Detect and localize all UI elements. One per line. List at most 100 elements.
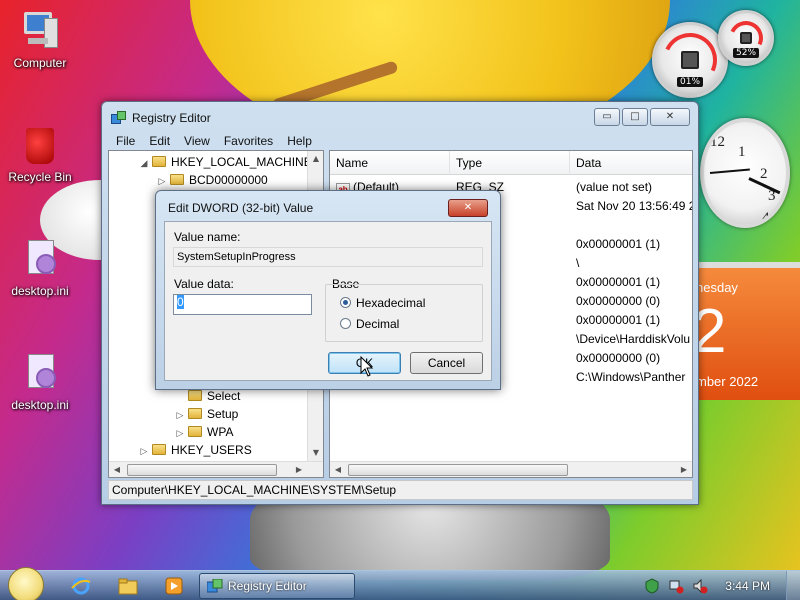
expand-icon[interactable]: ▷ — [175, 406, 185, 424]
menu-help[interactable]: Help — [287, 132, 312, 150]
cpu-meter-gadget[interactable]: 01% — [652, 22, 728, 98]
scroll-thumb[interactable] — [348, 464, 568, 476]
taskbar-clock[interactable]: 3:44 PM — [725, 571, 770, 600]
edit-dword-dialog[interactable]: Edit DWORD (32-bit) Value ✕ Value name: … — [155, 190, 501, 390]
dialog-close-button[interactable]: ✕ — [448, 199, 488, 217]
value-data-input[interactable]: 0 — [173, 294, 312, 315]
radio-unselected-icon[interactable] — [340, 318, 351, 329]
folder-icon — [170, 174, 184, 185]
file-explorer-icon[interactable] — [117, 576, 139, 596]
memory-gauge-value: 52% — [732, 48, 760, 58]
value-data-text: 0 — [177, 295, 184, 309]
desktop-icon-label: desktop.ini — [11, 284, 69, 298]
menu-bar: File Edit View Favorites Help — [108, 132, 692, 150]
calendar-day: nesday — [696, 280, 738, 295]
value-name-field: SystemSetupInProgress — [173, 247, 483, 267]
desktop-icon-desktop-ini-2[interactable]: desktop.ini — [0, 350, 80, 412]
menu-edit[interactable]: Edit — [149, 132, 170, 150]
taskbar: Registry Editor 3:44 PM — [0, 567, 800, 600]
memory-icon — [740, 32, 752, 44]
menu-file[interactable]: File — [116, 132, 135, 150]
column-header-name[interactable]: Name — [330, 151, 450, 175]
show-desktop-button[interactable] — [786, 571, 800, 600]
tree-item-bcd[interactable]: ▷ BCD00000000 — [157, 171, 268, 189]
dialog-body: Value name: SystemSetupInProgress Value … — [164, 221, 492, 381]
dialog-title: Edit DWORD (32-bit) Value — [168, 201, 314, 215]
calendar-date: 2 — [696, 296, 726, 367]
calendar-month: mber 2022 — [696, 374, 759, 389]
desktop-icon-computer[interactable]: Computer — [0, 8, 80, 70]
settings-file-icon — [18, 350, 62, 394]
tree-horizontal-scrollbar[interactable]: ◀ ▶ — [109, 461, 323, 477]
expand-icon[interactable]: ▷ — [157, 172, 167, 190]
computer-icon — [18, 8, 62, 52]
folder-icon — [188, 390, 202, 401]
mouse-cursor-icon — [360, 356, 374, 377]
network-icon[interactable] — [668, 578, 684, 594]
volume-muted-icon[interactable] — [692, 578, 708, 594]
cpu-gauge-value: 01% — [676, 77, 704, 87]
registry-editor-icon — [207, 579, 223, 593]
radio-selected-icon[interactable] — [340, 297, 351, 308]
media-player-icon[interactable] — [163, 576, 185, 596]
value-data-cell: Sat Nov 20 13:56:49 20 — [576, 199, 693, 213]
scroll-right-icon[interactable]: ▶ — [676, 462, 692, 477]
scroll-down-icon[interactable]: ▼ — [308, 445, 323, 461]
value-data-label: Value data: — [174, 277, 234, 291]
values-horizontal-scrollbar[interactable]: ◀ ▶ — [330, 461, 692, 477]
menu-view[interactable]: View — [184, 132, 210, 150]
column-header-data[interactable]: Data — [570, 151, 692, 175]
expand-icon[interactable]: ▷ — [139, 442, 149, 460]
action-center-icon[interactable] — [644, 578, 660, 594]
clock-number: 4 — [762, 210, 770, 226]
column-header-type[interactable]: Type — [450, 151, 570, 175]
radio-label: Hexadecimal — [356, 296, 426, 310]
window-title: Registry Editor — [132, 111, 211, 125]
expand-icon[interactable]: ▷ — [175, 424, 185, 442]
desktop-icon-recycle-bin[interactable]: Recycle Bin — [0, 122, 80, 184]
maximize-button[interactable]: □ — [622, 108, 648, 126]
values-list-header: Name Type Data — [330, 151, 692, 175]
desktop-icon-label: desktop.ini — [11, 398, 69, 412]
cpu-icon — [681, 51, 699, 69]
tree-item-label: BCD00000000 — [189, 173, 268, 187]
cancel-button[interactable]: Cancel — [410, 352, 483, 374]
collapse-icon[interactable]: ◢ — [139, 154, 149, 172]
settings-file-icon — [18, 236, 62, 280]
scroll-thumb[interactable] — [127, 464, 277, 476]
memory-meter-gadget[interactable]: 52% — [718, 10, 774, 66]
value-data-cell: 0x00000000 (0) — [576, 294, 661, 308]
radio-hexadecimal[interactable]: Hexadecimal — [340, 296, 425, 310]
value-data-cell: \Device\HarddiskVolu — [576, 332, 691, 346]
clock-number: 2 — [760, 166, 768, 182]
tree-item-setup[interactable]: ▷ Setup — [175, 405, 239, 424]
start-button[interactable] — [8, 567, 44, 600]
scroll-up-icon[interactable]: ▲ — [308, 151, 323, 167]
base-group: Hexadecimal Decimal — [325, 284, 483, 342]
folder-icon — [188, 408, 202, 419]
tree-item-wpa[interactable]: ▷ WPA — [175, 423, 234, 442]
desktop-icon-desktop-ini-1[interactable]: desktop.ini — [0, 236, 80, 298]
scroll-right-icon[interactable]: ▶ — [291, 462, 307, 477]
radio-label: Decimal — [356, 317, 400, 331]
menu-favorites[interactable]: Favorites — [224, 132, 273, 150]
tree-item-hklm[interactable]: ◢ HKEY_LOCAL_MACHINE — [139, 153, 312, 171]
scroll-left-icon[interactable]: ◀ — [330, 462, 346, 477]
minimize-button[interactable]: ▭ — [594, 108, 620, 126]
taskbar-item-registry-editor[interactable]: Registry Editor — [199, 573, 355, 599]
desktop-icon-label: Computer — [13, 56, 67, 70]
value-data-cell: 0x00000001 (1) — [576, 237, 661, 251]
radio-decimal[interactable]: Decimal — [340, 317, 399, 331]
registry-editor-icon — [111, 111, 127, 125]
tree-item-hku[interactable]: ▷ HKEY_USERS — [139, 441, 252, 459]
scroll-left-icon[interactable]: ◀ — [109, 462, 125, 477]
value-data-cell: \ — [576, 256, 580, 270]
folder-icon — [188, 426, 202, 437]
tree-item-label: Setup — [207, 407, 239, 421]
internet-explorer-icon[interactable] — [70, 576, 92, 596]
calendar-gadget[interactable]: nesday 2 mber 2022 — [696, 262, 800, 400]
close-button[interactable]: ✕ — [650, 108, 690, 126]
tree-item-label: HKEY_USERS — [171, 443, 252, 457]
folder-icon — [152, 444, 166, 455]
clock-gadget[interactable]: 12 1 2 3 4 — [700, 118, 790, 228]
